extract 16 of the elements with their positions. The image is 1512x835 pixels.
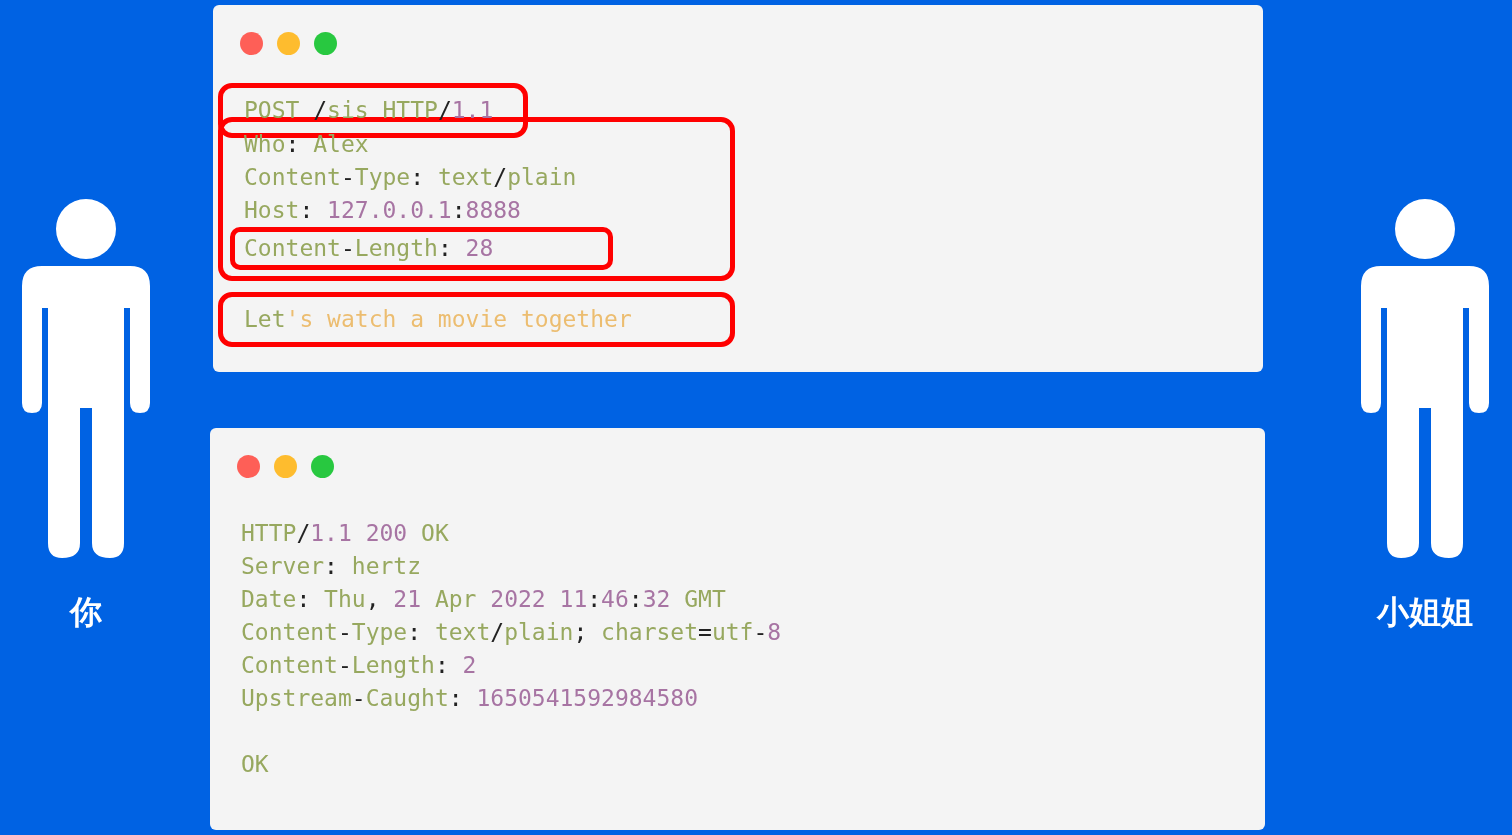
- code-line: Date: Thu, 21 Apr 2022 11:46:32 GMT: [241, 585, 726, 614]
- code-line: OK: [241, 750, 269, 779]
- code-line: Let's watch a movie together: [244, 305, 632, 334]
- person-label: 你: [70, 596, 102, 628]
- code-line: Who: Alex: [244, 130, 369, 159]
- code-line: POST /sis HTTP/1.1: [244, 96, 494, 125]
- code-line: Content-Length: 2: [241, 651, 477, 680]
- code-line: Server: hertz: [241, 552, 422, 581]
- code-line: Upstream-Caught: 1650541592984580: [241, 684, 698, 713]
- code-line: Content-Type: text/plain; charset=utf-8: [241, 618, 782, 647]
- person-icon: [1359, 198, 1491, 558]
- person-label: 小姐姐: [1377, 596, 1473, 628]
- code-line: HTTP/1.1 200 OK: [241, 519, 449, 548]
- person-icon: [20, 198, 152, 558]
- code-line: Host: 127.0.0.1:8888: [244, 196, 521, 225]
- code-line: Content-Type: text/plain: [244, 163, 577, 192]
